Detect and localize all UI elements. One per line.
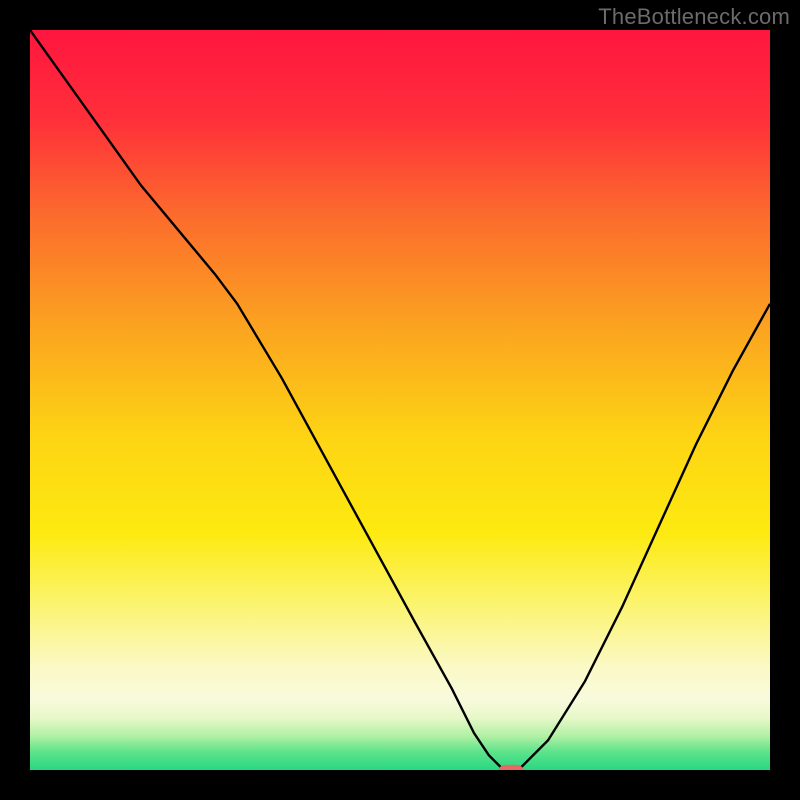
chart-frame: TheBottleneck.com — [0, 0, 800, 800]
chart-optimum-marker — [499, 765, 523, 770]
chart-background-gradient — [30, 30, 770, 770]
chart-svg — [30, 30, 770, 770]
chart-plot-area — [30, 30, 770, 770]
watermark-text: TheBottleneck.com — [598, 4, 790, 30]
